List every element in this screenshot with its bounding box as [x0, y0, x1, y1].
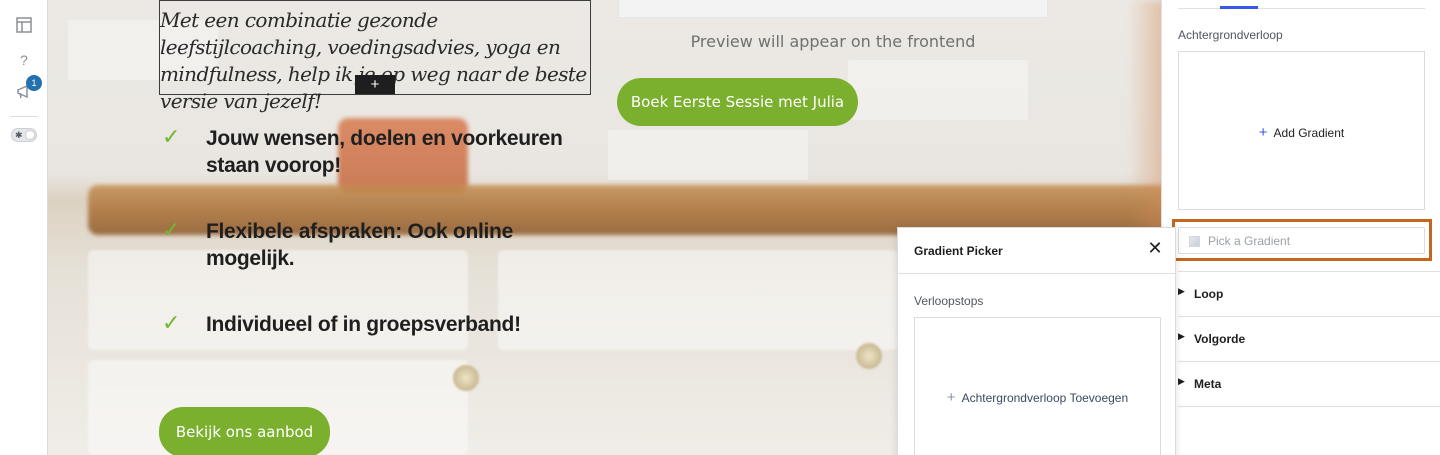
intro-text[interactable]: Met een combinatie gezonde leefstijlcoac…: [160, 7, 590, 115]
gradient-stops-label: Verloopstops: [914, 294, 984, 308]
popover-divider: [898, 273, 1175, 274]
add-stop-label: Achtergrondverloop Toevoegen: [961, 391, 1129, 405]
add-gradient-stop-button[interactable]: + Achtergrondverloop Toevoegen: [915, 389, 1160, 406]
list-item-text: Flexibele afspraken: Ook online mogelijk…: [206, 220, 513, 270]
toolbar-divider: [10, 116, 38, 117]
theme-toggle[interactable]: ✱: [11, 128, 37, 142]
add-gradient-button[interactable]: + Add Gradient: [1179, 124, 1424, 141]
book-session-button[interactable]: Boek Eerste Sessie met Julia: [617, 78, 858, 126]
section-label: Volgorde: [1194, 332, 1246, 346]
preview-placeholder-box: [618, 0, 1048, 18]
left-toolbar: ? 1 ✱: [0, 0, 48, 455]
pick-gradient-placeholder: Pick a Gradient: [1208, 234, 1291, 248]
add-block-button[interactable]: +: [355, 75, 395, 94]
gradient-picker-popover: Gradient Picker ✕ Verloopstops + Achtergr…: [897, 227, 1176, 455]
check-icon: ✓: [162, 124, 181, 149]
notification-badge: 1: [26, 75, 42, 91]
add-gradient-label: Add Gradient: [1273, 126, 1345, 140]
sun-icon: ✱: [15, 130, 23, 140]
tabs-divider: [1178, 8, 1425, 9]
list-item-text: Jouw wensen, doelen en voorkeuren staan …: [206, 127, 563, 177]
check-icon: ✓: [162, 310, 181, 335]
section-label: Loop: [1194, 287, 1224, 301]
gradient-stops-area[interactable]: + Achtergrondverloop Toevoegen: [914, 317, 1161, 455]
plus-icon: +: [946, 389, 956, 406]
active-tab-indicator: [1220, 6, 1258, 9]
background-brick: [608, 130, 808, 180]
pick-gradient-input[interactable]: Pick a Gradient: [1178, 227, 1425, 254]
caret-right-icon: ▶: [1178, 376, 1185, 386]
gradient-preview-area[interactable]: + Add Gradient: [1178, 51, 1425, 210]
toggle-knob: [25, 130, 35, 140]
background-knob: [856, 343, 882, 369]
section-label: Meta: [1194, 377, 1222, 391]
view-offer-button[interactable]: Bekijk ons aanbod: [159, 407, 330, 455]
caret-right-icon: ▶: [1178, 286, 1185, 296]
settings-sidebar: Achtergrondverloop + Add Gradient Pick a …: [1161, 0, 1440, 455]
section-loop[interactable]: ▶ Loop: [1178, 271, 1440, 316]
close-icon[interactable]: ✕: [1145, 238, 1165, 259]
section-meta[interactable]: ▶ Meta: [1178, 361, 1440, 406]
section-divider: [1178, 406, 1440, 407]
popover-title: Gradient Picker: [914, 244, 1003, 258]
caret-right-icon: ▶: [1178, 331, 1185, 341]
gradient-label: Achtergrondverloop: [1178, 28, 1283, 42]
preview-note: Preview will appear on the frontend: [690, 32, 976, 51]
plus-icon: +: [1258, 124, 1268, 141]
check-icon: ✓: [162, 217, 181, 242]
layers-icon[interactable]: [13, 16, 35, 38]
help-icon[interactable]: ?: [13, 49, 35, 71]
background-brick: [848, 60, 1028, 120]
section-volgorde[interactable]: ▶ Volgorde: [1178, 316, 1440, 361]
gradient-swatch-icon: [1189, 236, 1200, 247]
list-item-text: Individueel of in groepsverband!: [206, 313, 521, 336]
background-knob: [453, 365, 479, 391]
